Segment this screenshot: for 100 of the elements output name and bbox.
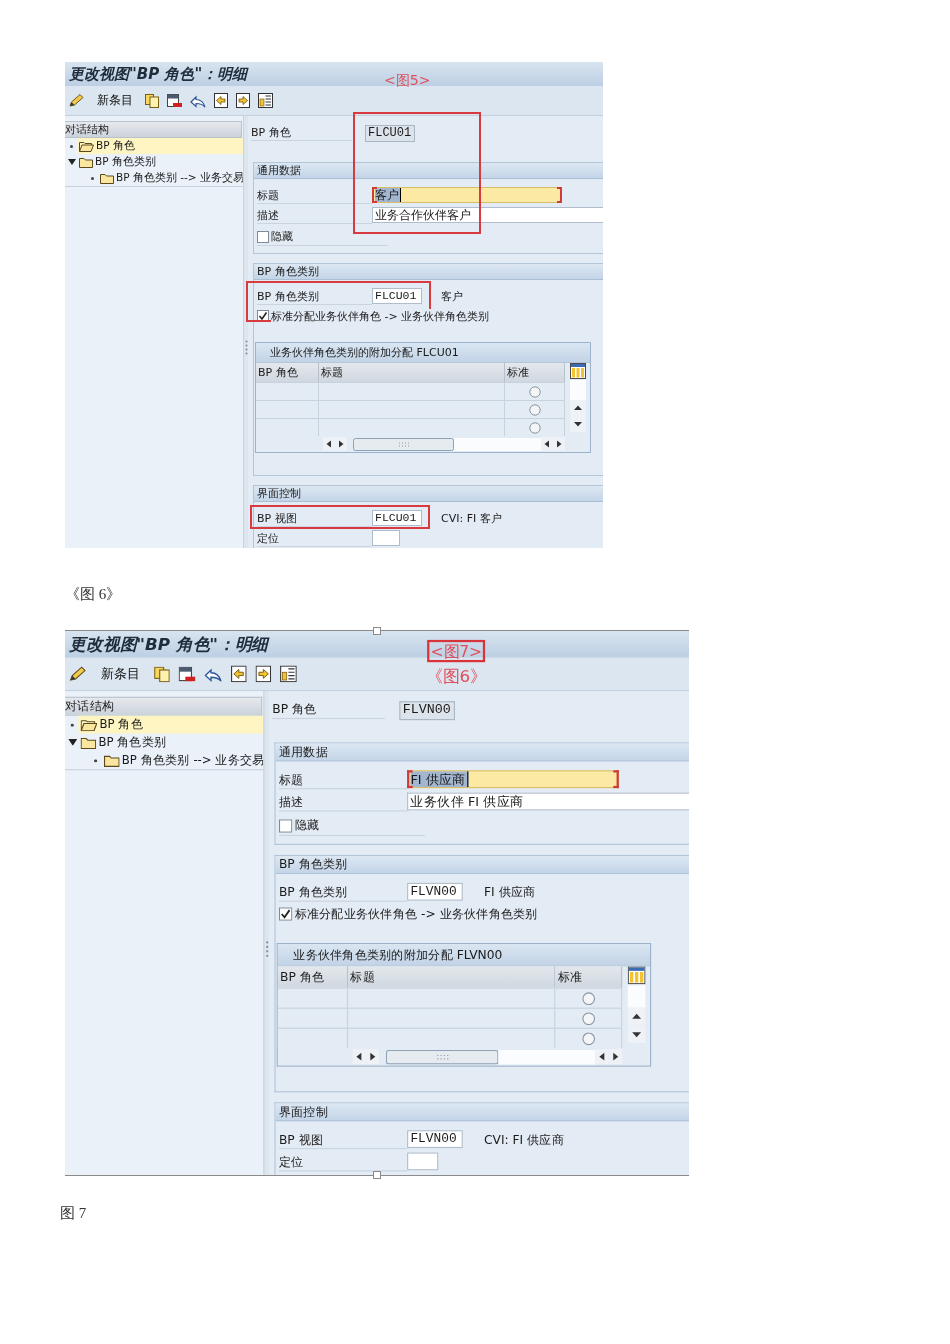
column-header[interactable]: BP 角色 [256, 363, 319, 382]
radio-button[interactable] [528, 385, 541, 398]
splitter-bar[interactable] [243, 116, 248, 548]
panel-header: 对话结构 [65, 696, 263, 716]
pencil-icon[interactable] [68, 665, 88, 683]
page-minus-icon[interactable] [167, 93, 182, 108]
input-field[interactable]: 业务伙伴 FI 供应商 [407, 792, 689, 811]
input-field[interactable]: FLVN00 [407, 1130, 463, 1149]
resize-handle[interactable] [373, 1171, 381, 1179]
input-field[interactable] [372, 530, 400, 546]
window-title: 更改视图"BP 角色"：明细 [69, 633, 269, 655]
input-field[interactable]: FI 供应商 [407, 770, 619, 789]
group-title: 界面控制 [275, 1103, 689, 1122]
field-label: 标题 [278, 769, 408, 789]
folder-icon [100, 172, 114, 184]
grip-icon[interactable] [244, 340, 248, 355]
scroll-up-button[interactable] [569, 400, 586, 416]
tree-item[interactable]: BP 角色 [77, 138, 243, 154]
scroll-right-button[interactable] [365, 1048, 380, 1065]
bullet-icon [70, 144, 73, 148]
bullet-icon [93, 758, 98, 762]
table-columns-icon[interactable] [627, 966, 645, 985]
copy-icon[interactable] [154, 666, 170, 682]
page-list-icon[interactable] [280, 665, 297, 683]
tree-item[interactable]: BP 角色类别 [77, 154, 243, 170]
field-label: BP 角色类别 [278, 882, 408, 902]
input-field[interactable]: FLVN00 [407, 882, 463, 901]
checkbox[interactable] [278, 907, 293, 921]
scroll-left-button[interactable] [595, 1048, 609, 1065]
display-field: FLCU01 [365, 124, 415, 142]
tree-item[interactable]: BP 角色类别 --> 业务交易 [98, 170, 244, 186]
pencil-icon[interactable] [68, 93, 85, 108]
annotation-label: <图7> [427, 639, 486, 663]
copy-icon[interactable] [145, 93, 159, 108]
table-columns-icon[interactable] [569, 363, 586, 379]
scroll-left-button[interactable] [541, 437, 553, 451]
column-header[interactable]: 标准 [555, 966, 623, 988]
scroll-left-button[interactable] [323, 437, 335, 451]
radio-button[interactable] [581, 1031, 595, 1045]
folder-icon [79, 156, 93, 168]
scroll-down-button[interactable] [627, 1025, 645, 1044]
input-field[interactable]: FLCU01 [372, 510, 422, 526]
window-title: 更改视图"BP 角色"：明细 [69, 64, 248, 84]
annotation-label: 《图6》 [426, 667, 487, 686]
folder-icon [104, 754, 120, 767]
checkbox[interactable] [257, 230, 269, 243]
column-header[interactable]: 标题 [319, 363, 505, 382]
grip-icon[interactable] [265, 940, 269, 958]
annotation-label: <图5> [384, 72, 431, 88]
resize-handle[interactable] [373, 627, 381, 635]
scroll-down-button[interactable] [569, 416, 586, 432]
scrollbar-thumb[interactable] [353, 437, 454, 451]
bullet-icon [70, 722, 74, 727]
group-title: 通用数据 [275, 743, 689, 762]
field-description: CVI: FI 客户 [441, 510, 502, 526]
checkbox-label[interactable]: 标准分配业务伙伴角色 -> 业务伙伴角色类别 [294, 905, 538, 923]
curved-arrow-icon[interactable] [190, 93, 206, 108]
group-title: BP 角色类别 [275, 856, 689, 874]
checkbox-label[interactable]: 标准分配业务伙伴角色 -> 业务伙伴角色类别 [271, 308, 490, 324]
triangle-down-icon[interactable] [67, 739, 77, 746]
group-title: 通用数据 [254, 163, 603, 179]
radio-button[interactable] [528, 421, 541, 434]
radio-button[interactable] [581, 991, 595, 1005]
checkbox[interactable] [257, 310, 269, 322]
checkbox-label[interactable]: 隐藏 [271, 229, 293, 244]
scroll-left-button[interactable] [352, 1048, 366, 1065]
tree-item[interactable]: BP 角色 [78, 715, 264, 734]
field-label: BP 角色 [251, 125, 352, 141]
input-field[interactable] [407, 1152, 439, 1171]
page-right-arrow-icon[interactable] [236, 93, 250, 108]
scroll-right-button[interactable] [608, 1048, 623, 1065]
triangle-down-icon[interactable] [67, 159, 76, 165]
group-title: 界面控制 [254, 486, 603, 502]
checkbox[interactable] [278, 818, 293, 833]
tree-item[interactable]: BP 角色类别 --> 业务交易 [101, 751, 265, 770]
scroll-right-button[interactable] [335, 437, 347, 451]
curved-arrow-icon[interactable] [204, 666, 223, 682]
input-field[interactable]: 业务合作伙伴客户 [372, 207, 603, 223]
table-title: 业务伙伴角色类别的附加分配 FLVN00 [277, 944, 650, 967]
new-entries-button[interactable]: 新条目 [100, 664, 141, 684]
scroll-up-button[interactable] [627, 1007, 645, 1026]
column-header[interactable]: 标题 [348, 966, 556, 988]
column-header[interactable]: BP 角色 [277, 966, 349, 988]
new-entries-button[interactable]: 新条目 [97, 92, 133, 109]
column-header[interactable]: 标准 [505, 363, 565, 382]
field-label: BP 角色 [272, 701, 385, 720]
scrollbar-thumb[interactable] [385, 1049, 499, 1064]
tree-item[interactable]: BP 角色类别 [78, 733, 264, 752]
field-label: BP 视图 [278, 1129, 408, 1149]
page-list-icon[interactable] [258, 93, 273, 108]
radio-button[interactable] [581, 1011, 595, 1025]
input-field[interactable]: FLCU01 [372, 288, 422, 304]
figure-caption: 图 7 [60, 1204, 87, 1223]
page-left-arrow-icon[interactable] [214, 93, 228, 108]
checkbox-label[interactable]: 隐藏 [294, 817, 320, 834]
scroll-right-button[interactable] [553, 437, 565, 451]
field-label: 描述 [278, 792, 408, 811]
page-minus-icon[interactable] [178, 666, 196, 682]
radio-button[interactable] [528, 403, 541, 416]
input-field[interactable]: 客户 [372, 187, 562, 203]
